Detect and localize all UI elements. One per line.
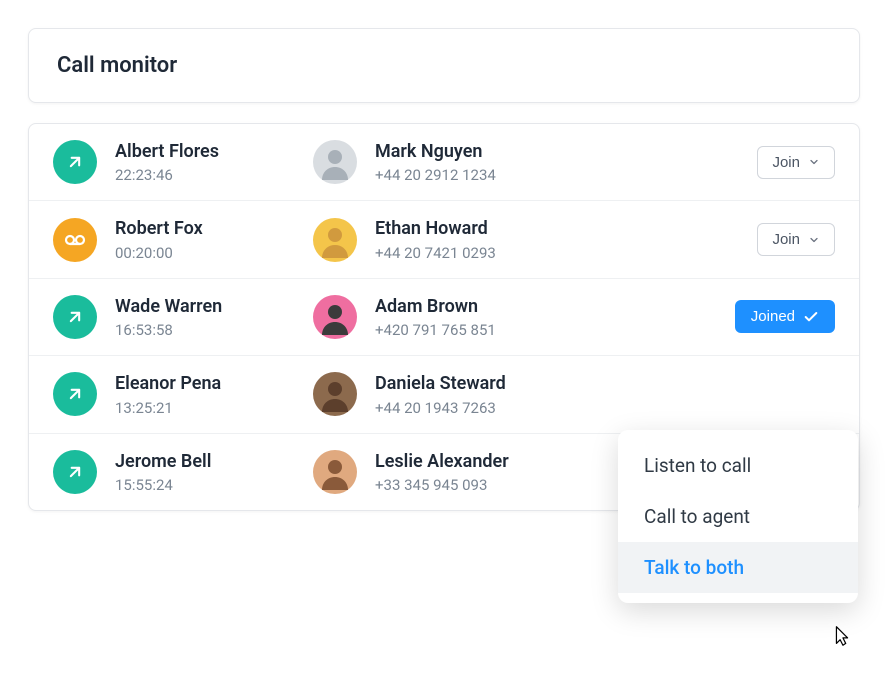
contact-avatar <box>313 450 357 494</box>
agent-name: Jerome Bell <box>115 450 295 473</box>
chevron-down-icon <box>808 156 820 168</box>
agent-name: Robert Fox <box>115 217 295 240</box>
contact-phone: +44 20 1943 7263 <box>375 399 817 417</box>
header-card: Call monitor <box>28 28 860 103</box>
outgoing-call-icon <box>53 450 97 494</box>
agent-name: Wade Warren <box>115 295 295 318</box>
contact-avatar <box>313 372 357 416</box>
agent-name: Albert Flores <box>115 140 295 163</box>
contact-phone: +420 791 765 851 <box>375 321 717 339</box>
call-row: Robert Fox 00:20:00 Ethan Howard +44 20 … <box>29 201 859 278</box>
contact-phone: +44 20 2912 1234 <box>375 166 739 184</box>
join-label: Join <box>772 231 800 248</box>
page-title: Call monitor <box>57 53 831 78</box>
agent-name: Eleanor Pena <box>115 372 295 395</box>
agent-info: Wade Warren 16:53:58 <box>115 295 295 339</box>
joined-button[interactable]: Joined <box>735 300 835 333</box>
menu-item-talk-both[interactable]: Talk to both <box>618 542 858 593</box>
voicemail-icon <box>53 218 97 262</box>
contact-avatar <box>313 295 357 339</box>
contact-name: Daniela Steward <box>375 372 817 395</box>
call-row: Eleanor Pena 13:25:21 Daniela Steward +4… <box>29 356 859 433</box>
contact-info: Ethan Howard +44 20 7421 0293 <box>375 217 739 261</box>
agent-info: Jerome Bell 15:55:24 <box>115 450 295 494</box>
contact-phone: +44 20 7421 0293 <box>375 244 739 262</box>
call-duration: 15:55:24 <box>115 476 295 494</box>
joined-label: Joined <box>751 308 795 325</box>
call-duration: 00:20:00 <box>115 244 295 262</box>
call-duration: 13:25:21 <box>115 399 295 417</box>
call-row: Wade Warren 16:53:58 Adam Brown +420 791… <box>29 279 859 356</box>
call-duration: 16:53:58 <box>115 321 295 339</box>
contact-info: Mark Nguyen +44 20 2912 1234 <box>375 140 739 184</box>
outgoing-call-icon <box>53 140 97 184</box>
call-row: Albert Flores 22:23:46 Mark Nguyen +44 2… <box>29 124 859 201</box>
call-duration: 22:23:46 <box>115 166 295 184</box>
contact-name: Ethan Howard <box>375 217 739 240</box>
contact-info: Adam Brown +420 791 765 851 <box>375 295 717 339</box>
agent-info: Eleanor Pena 13:25:21 <box>115 372 295 416</box>
agent-info: Robert Fox 00:20:00 <box>115 217 295 261</box>
action-cell: Join <box>757 146 835 179</box>
agent-info: Albert Flores 22:23:46 <box>115 140 295 184</box>
contact-info: Daniela Steward +44 20 1943 7263 <box>375 372 817 416</box>
contact-avatar <box>313 218 357 262</box>
outgoing-call-icon <box>53 372 97 416</box>
contact-avatar <box>313 140 357 184</box>
join-dropdown-menu: Listen to call Call to agent Talk to bot… <box>618 430 858 603</box>
join-button[interactable]: Join <box>757 146 835 179</box>
cursor-pointer-icon <box>829 623 855 649</box>
join-button[interactable]: Join <box>757 223 835 256</box>
action-cell: Joined <box>735 300 835 333</box>
chevron-down-icon <box>808 234 820 246</box>
join-label: Join <box>772 154 800 171</box>
menu-item-listen[interactable]: Listen to call <box>618 440 858 491</box>
contact-name: Adam Brown <box>375 295 717 318</box>
check-icon <box>803 309 819 325</box>
action-cell: Join <box>757 223 835 256</box>
outgoing-call-icon <box>53 295 97 339</box>
contact-name: Mark Nguyen <box>375 140 739 163</box>
menu-item-call-agent[interactable]: Call to agent <box>618 491 858 542</box>
